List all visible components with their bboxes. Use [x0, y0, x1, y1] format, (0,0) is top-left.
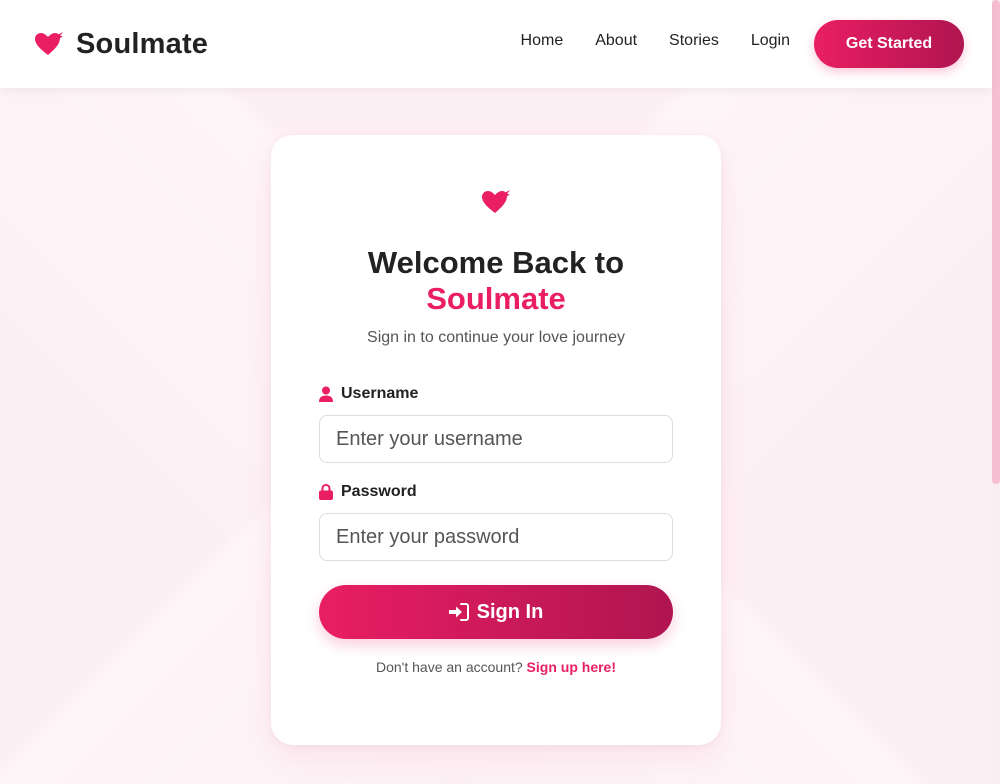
signup-prompt-text: Don't have an account? [375, 659, 523, 675]
password-label-text: Password [341, 483, 417, 500]
welcome-subtitle: Sign in to continue your love journey [367, 329, 625, 346]
nav-about-link[interactable]: About [595, 32, 637, 50]
signup-link[interactable]: Sign up here! [527, 659, 616, 675]
nav-stories-link[interactable]: Stories [669, 32, 719, 50]
main-nav: Home About Stories Login Get Started [521, 20, 964, 68]
get-started-button[interactable]: Get Started [814, 20, 964, 68]
winged-heart-icon [482, 190, 510, 213]
username-input[interactable] [319, 415, 673, 463]
password-label: Password [319, 483, 673, 501]
sign-in-label: Sign In [476, 600, 544, 623]
login-card: Welcome Back to Soulmate Sign in to cont… [271, 135, 721, 745]
brand[interactable]: Soulmate [34, 28, 208, 61]
winged-heart-icon [35, 32, 63, 55]
lock-icon [319, 484, 333, 500]
brand-name: Soulmate [76, 27, 209, 60]
nav-login-link[interactable]: Login [751, 32, 790, 50]
top-navbar: Soulmate Home About Stories Login Get St… [0, 0, 992, 88]
scrollbar-thumb[interactable] [992, 0, 1000, 484]
scrollbar-track[interactable] [992, 0, 1000, 784]
sign-in-button[interactable]: Sign In [319, 585, 673, 639]
signup-prompt: Don't have an account? Sign up here! [319, 659, 673, 675]
welcome-title-accent: Soulmate [426, 281, 566, 316]
sign-in-icon [448, 603, 469, 621]
welcome-title: Welcome Back to [367, 245, 625, 280]
user-icon [319, 386, 333, 402]
password-input[interactable] [319, 513, 673, 561]
username-label: Username [319, 385, 673, 403]
username-label-text: Username [341, 385, 419, 402]
nav-home-link[interactable]: Home [521, 32, 564, 50]
